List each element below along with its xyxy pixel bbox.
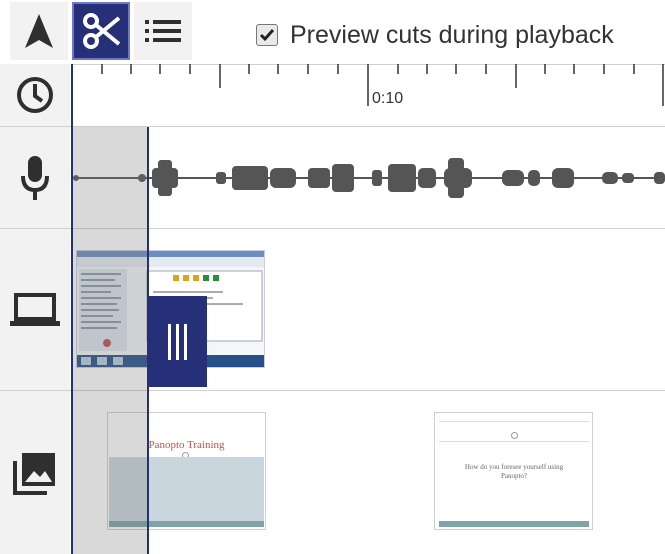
preview-cuts-checkbox[interactable]: [256, 24, 278, 46]
scissors-icon: [83, 13, 121, 49]
preview-cuts-label: Preview cuts during playback: [290, 20, 614, 49]
audio-row-icon: [0, 127, 70, 228]
select-tool-button[interactable]: [10, 2, 68, 60]
list-tool-button[interactable]: [134, 2, 192, 60]
slide-circle-mark: [511, 432, 518, 439]
cut-selection-region[interactable]: [73, 127, 148, 554]
cut-drag-handle[interactable]: [148, 296, 207, 387]
ruler-tick-label: 0:10: [372, 90, 404, 107]
slide-thumbnail-2[interactable]: How do you foresee yourself using Panopt…: [434, 412, 593, 530]
timeline-row-icon: [0, 64, 70, 126]
clock-icon: [17, 77, 53, 113]
laptop-icon: [10, 292, 60, 326]
audio-waveform[interactable]: [72, 128, 665, 228]
slide-footer-bar: [439, 521, 589, 527]
cut-start-line[interactable]: [71, 64, 73, 554]
slide-rule: [439, 441, 589, 442]
microphone-icon: [21, 155, 49, 200]
images-icon: [13, 452, 55, 495]
slide-rule: [439, 421, 589, 422]
timeline-ruler[interactable]: [72, 64, 665, 126]
slides-row-icon: [0, 391, 70, 554]
screen-row-icon: [0, 229, 70, 390]
grip-icon: [167, 323, 187, 360]
cut-tool-button[interactable]: [72, 2, 130, 60]
preview-cuts-option[interactable]: Preview cuts during playback: [256, 20, 614, 50]
toolbar: Preview cuts during playback: [0, 0, 665, 64]
arrow-pointer-icon: [25, 14, 53, 48]
list-icon: [145, 20, 181, 42]
slide-question: How do you foresee yourself using Panopt…: [464, 463, 564, 481]
checkmark-icon: [259, 29, 275, 42]
